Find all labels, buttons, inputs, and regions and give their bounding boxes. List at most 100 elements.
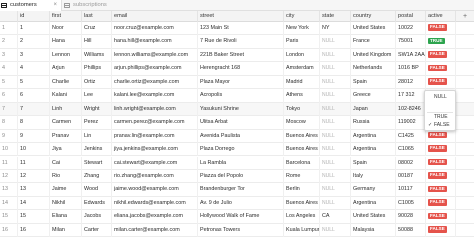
cell-last[interactable]: Edwards bbox=[82, 196, 112, 211]
cell-city[interactable]: London bbox=[284, 48, 320, 63]
cell-street[interactable]: Avenida Paulista bbox=[198, 129, 284, 144]
cell-postal[interactable]: 00187 bbox=[396, 169, 426, 184]
cell-email[interactable]: hana.hill@example.com bbox=[112, 35, 198, 49]
row-number[interactable]: 4 bbox=[0, 62, 18, 76]
row-number[interactable]: 14 bbox=[0, 196, 18, 211]
cell-state[interactable]: NULL bbox=[320, 196, 351, 211]
cell-country[interactable]: Netherlands bbox=[351, 62, 396, 76]
cell-state[interactable]: NULL bbox=[320, 62, 351, 76]
cell-postal[interactable]: 75001 bbox=[396, 35, 426, 49]
cell-city[interactable]: Kuala Lumpur bbox=[284, 223, 320, 238]
cell-country[interactable]: United Kingdom bbox=[351, 48, 396, 63]
cell-first[interactable]: Linh bbox=[50, 102, 82, 117]
cell-city[interactable]: Moscow bbox=[284, 116, 320, 130]
cell-first[interactable]: Noor bbox=[50, 22, 82, 36]
cell-last[interactable]: Hill bbox=[82, 35, 112, 49]
row-number[interactable]: 10 bbox=[0, 143, 18, 157]
cell-email[interactable]: rio.zhang@example.com bbox=[112, 169, 198, 184]
column-header-active[interactable]: active bbox=[426, 11, 456, 22]
table-row[interactable]: 4 4 Arjun Phillips arjun.phillips@example.co… bbox=[0, 62, 474, 76]
column-header-country[interactable]: country bbox=[351, 11, 396, 22]
cell-email[interactable]: lennon.williams@example.com bbox=[112, 48, 198, 63]
cell-city[interactable]: Barcelona bbox=[284, 156, 320, 170]
column-header-first[interactable]: first bbox=[50, 11, 82, 22]
table-row[interactable]: 10 10 Jiya Jenkins jiya.jenkins@example.com P… bbox=[0, 143, 474, 157]
cell-street[interactable]: Petronas Towers bbox=[198, 223, 284, 238]
row-number[interactable]: 8 bbox=[0, 116, 18, 130]
cell-id[interactable]: 13 bbox=[18, 183, 50, 197]
table-row[interactable]: 8 8 Carmen Perez carmen.perez@example.com Uli… bbox=[0, 116, 474, 130]
cell-state[interactable]: NULL bbox=[320, 169, 351, 184]
column-header-city[interactable]: city bbox=[284, 11, 320, 22]
cell-email[interactable]: eliana.jacobs@example.com bbox=[112, 210, 198, 224]
cell-postal[interactable]: 1016 BP bbox=[396, 62, 426, 76]
cell-city[interactable]: Athens bbox=[284, 89, 320, 103]
cell-first[interactable]: Hana bbox=[50, 35, 82, 49]
cell-postal[interactable]: 08002 bbox=[396, 156, 426, 170]
table-row[interactable]: 9 9 Pranav Lin pranav.lin@example.com Avenida… bbox=[0, 129, 474, 144]
cell-email[interactable]: cai.stewart@example.com bbox=[112, 156, 198, 170]
cell-last[interactable]: Phillips bbox=[82, 62, 112, 76]
cell-street[interactable]: Acropolis bbox=[198, 89, 284, 103]
cell-id[interactable]: 5 bbox=[18, 75, 50, 90]
cell-street[interactable]: 221B Baker Street bbox=[198, 48, 284, 63]
cell-active[interactable]: TRUE bbox=[426, 35, 456, 49]
cell-first[interactable]: Carmen bbox=[50, 116, 82, 130]
cell-street[interactable]: Yasukuni Shrine bbox=[198, 102, 284, 117]
cell-id[interactable]: 4 bbox=[18, 62, 50, 76]
column-header-state[interactable]: state bbox=[320, 11, 351, 22]
row-number[interactable]: 9 bbox=[0, 129, 18, 144]
cell-active[interactable]: FALSE bbox=[426, 143, 456, 157]
cell-country[interactable]: Argentina bbox=[351, 143, 396, 157]
cell-active[interactable]: FALSE bbox=[426, 156, 456, 170]
cell-street[interactable]: Av. 9 de Julio bbox=[198, 196, 284, 211]
cell-email[interactable]: pranav.lin@example.com bbox=[112, 129, 198, 144]
cell-email[interactable]: kalani.lee@example.com bbox=[112, 89, 198, 103]
cell-id[interactable]: 15 bbox=[18, 210, 50, 224]
cell-id[interactable]: 8 bbox=[18, 116, 50, 130]
table-row[interactable]: 14 14 Nikhil Edwards nikhil.edwards@example.… bbox=[0, 196, 474, 211]
cell-email[interactable]: noor.cruz@example.com bbox=[112, 22, 198, 36]
cell-country[interactable]: France bbox=[351, 35, 396, 49]
cell-last[interactable]: Jacobs bbox=[82, 210, 112, 224]
cell-country[interactable]: Germany bbox=[351, 183, 396, 197]
cell-first[interactable]: Nikhil bbox=[50, 196, 82, 211]
table-row[interactable]: 15 15 Eliana Jacobs eliana.jacobs@example.co… bbox=[0, 210, 474, 224]
cell-street[interactable]: Plaza Dorrego bbox=[198, 143, 284, 157]
row-number[interactable]: 12 bbox=[0, 169, 18, 184]
tab-subscriptions[interactable]: subscriptions bbox=[63, 0, 133, 11]
cell-first[interactable]: Charlie bbox=[50, 75, 82, 90]
cell-state[interactable]: NULL bbox=[320, 156, 351, 170]
cell-state[interactable]: NULL bbox=[320, 75, 351, 90]
table-row[interactable]: 13 13 Jaime Wood jaime.wood@example.com Brand… bbox=[0, 183, 474, 197]
cell-state[interactable]: NULL bbox=[320, 143, 351, 157]
table-row[interactable]: 2 2 Hana Hill hana.hill@example.com 7 Rue de … bbox=[0, 35, 474, 49]
cell-last[interactable]: Williams bbox=[82, 48, 112, 63]
cell-id[interactable]: 3 bbox=[18, 48, 50, 63]
cell-country[interactable]: Argentina bbox=[351, 196, 396, 211]
cell-last[interactable]: Ortiz bbox=[82, 75, 112, 90]
cell-email[interactable]: linh.wright@example.com bbox=[112, 102, 198, 117]
row-number[interactable]: 2 bbox=[0, 35, 18, 49]
cell-email[interactable]: milan.carter@example.com bbox=[112, 223, 198, 238]
cell-last[interactable]: Wright bbox=[82, 102, 112, 117]
cell-city[interactable]: Buenos Aires bbox=[284, 196, 320, 211]
cell-street[interactable]: La Rambla bbox=[198, 156, 284, 170]
cell-last[interactable]: Cruz bbox=[82, 22, 112, 36]
row-number[interactable]: 1 bbox=[0, 22, 18, 36]
cell-street[interactable]: Herengracht 168 bbox=[198, 62, 284, 76]
dropdown-option-false[interactable]: ✓ FALSE bbox=[425, 121, 457, 130]
cell-state[interactable]: NULL bbox=[320, 129, 351, 144]
cell-last[interactable]: Lin bbox=[82, 129, 112, 144]
cell-last[interactable]: Zhang bbox=[82, 169, 112, 184]
cell-country[interactable]: Spain bbox=[351, 156, 396, 170]
row-number[interactable]: 6 bbox=[0, 89, 18, 103]
cell-active[interactable]: FALSE bbox=[426, 169, 456, 184]
cell-city[interactable]: New York bbox=[284, 22, 320, 36]
cell-state[interactable]: CA bbox=[320, 210, 351, 224]
cell-street[interactable]: Ulitsa Arbat bbox=[198, 116, 284, 130]
cell-last[interactable]: Stewart bbox=[82, 156, 112, 170]
cell-id[interactable]: 6 bbox=[18, 89, 50, 103]
row-number[interactable]: 5 bbox=[0, 75, 18, 90]
cell-active[interactable]: FALSE bbox=[426, 129, 456, 144]
